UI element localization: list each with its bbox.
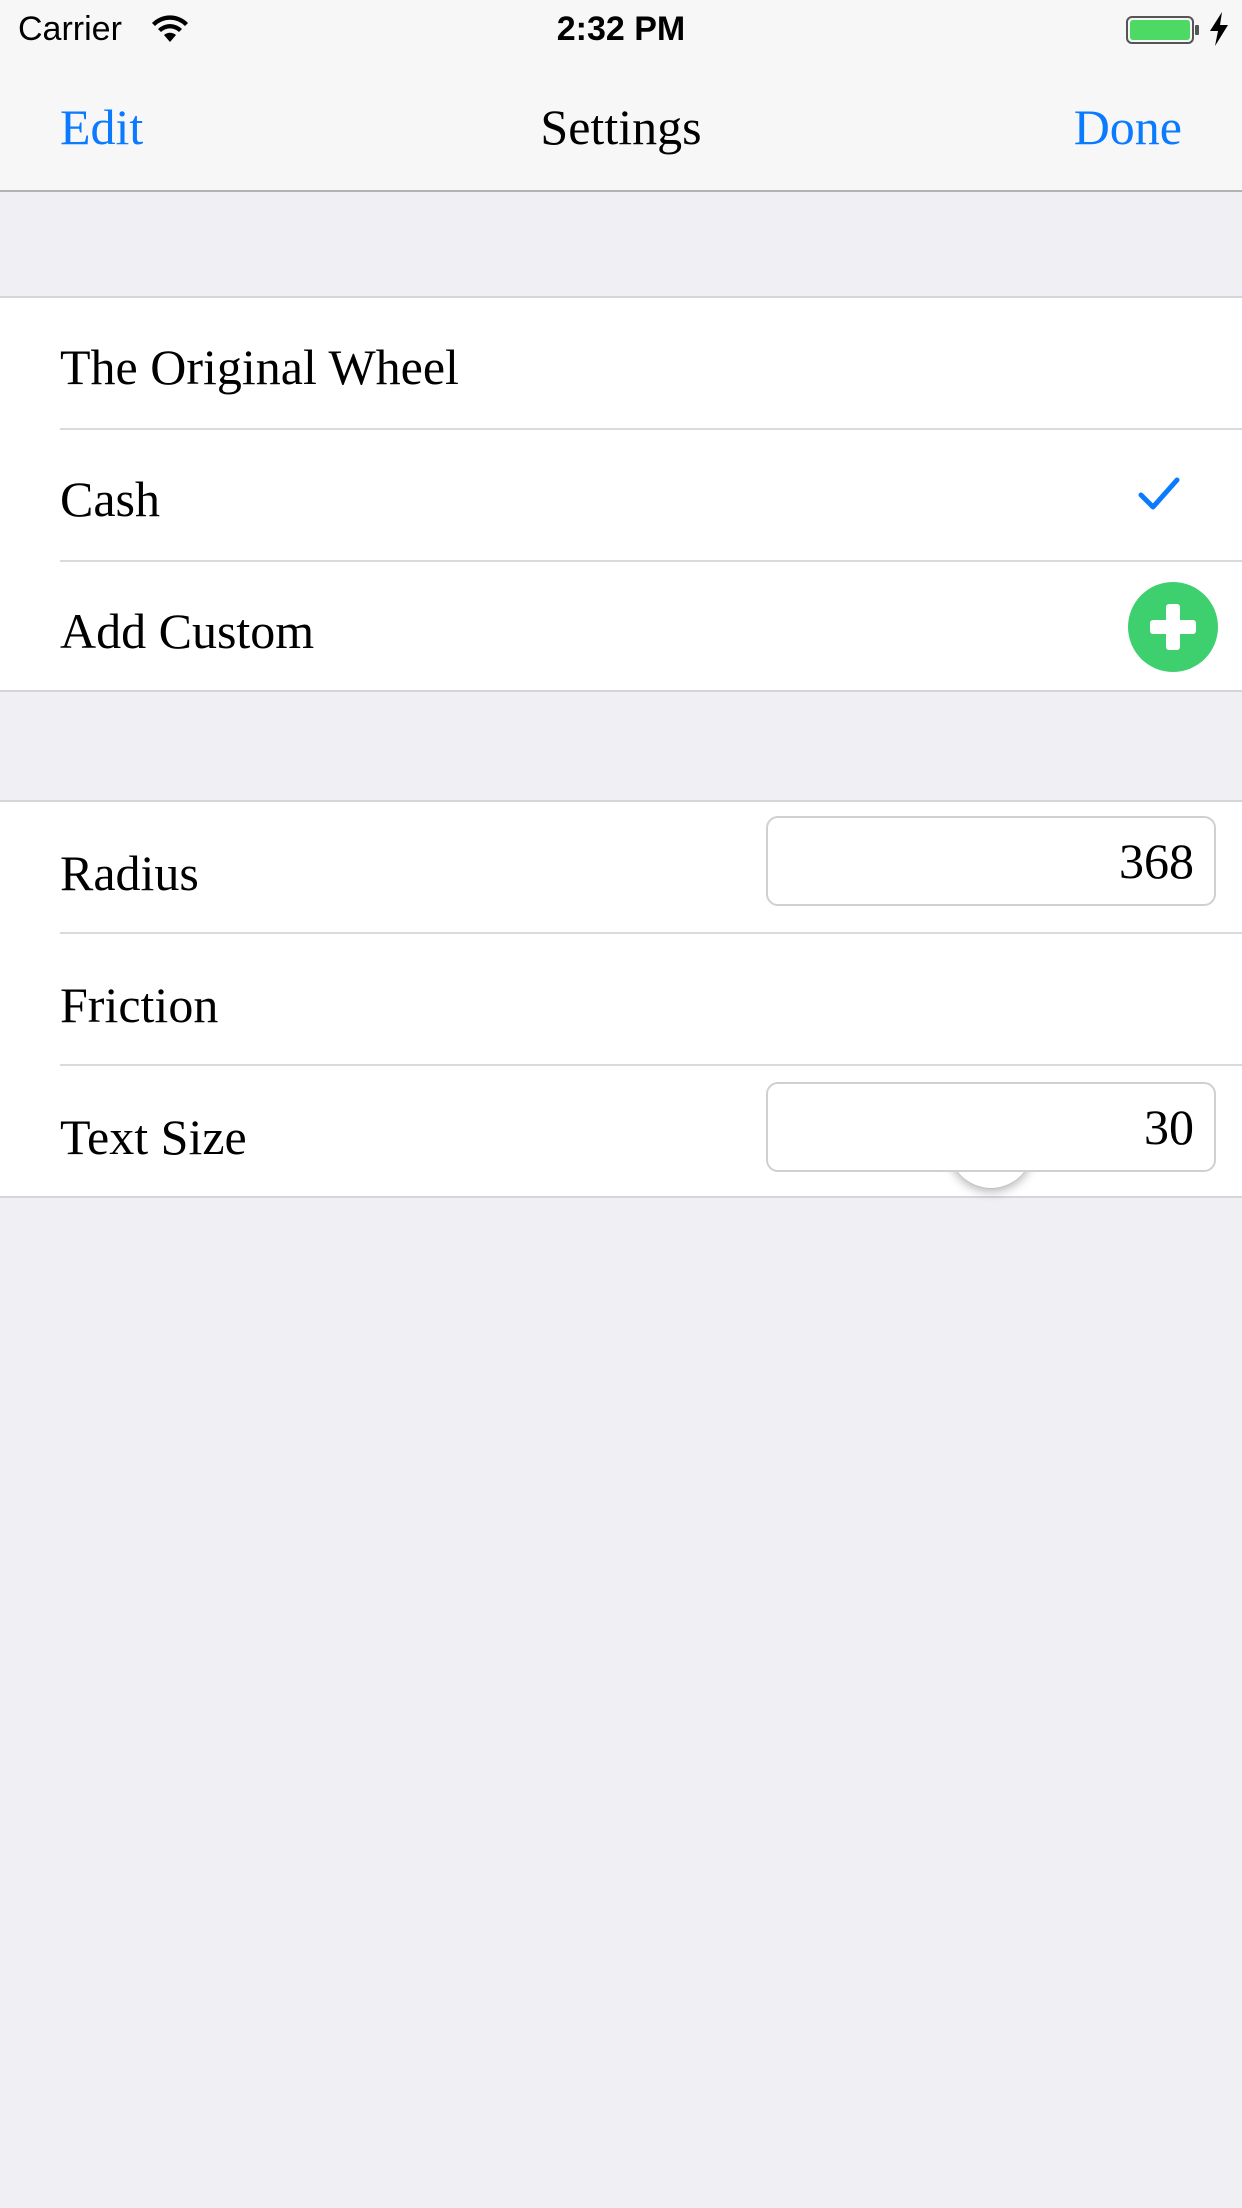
radius-input[interactable] bbox=[766, 816, 1216, 906]
wheel-row-label: The Original Wheel bbox=[60, 339, 459, 395]
charging-bolt-icon bbox=[1210, 12, 1228, 46]
text-size-input[interactable] bbox=[766, 1082, 1216, 1172]
done-button[interactable]: Done bbox=[1074, 98, 1182, 156]
friction-label: Friction bbox=[60, 977, 219, 1033]
radius-label: Radius bbox=[60, 845, 199, 901]
text-size-label: Text Size bbox=[60, 1109, 247, 1165]
battery-icon bbox=[1126, 16, 1199, 44]
radius-row: Radius bbox=[0, 802, 1242, 934]
text-size-row: Text Size bbox=[0, 1066, 1242, 1198]
wheel-row-add-custom[interactable]: Add Custom bbox=[0, 562, 1242, 694]
wheel-row-cash[interactable]: Cash bbox=[0, 430, 1242, 562]
wheel-row-original[interactable]: The Original Wheel bbox=[0, 298, 1242, 430]
wheel-list: The Original Wheel Cash Add Custom bbox=[0, 296, 1242, 692]
add-icon[interactable] bbox=[1128, 582, 1218, 672]
checkmark-icon bbox=[1138, 477, 1180, 510]
friction-row: Friction bbox=[0, 934, 1242, 1066]
wheel-row-label: Cash bbox=[60, 471, 160, 527]
status-bar: Carrier 2:32 PM bbox=[0, 0, 1242, 60]
settings-list: Radius Friction Text Size bbox=[0, 800, 1242, 1198]
wheel-row-label: Add Custom bbox=[60, 603, 315, 659]
page-title: Settings bbox=[540, 99, 702, 155]
status-time: 2:32 PM bbox=[556, 10, 686, 48]
navigation-bar: Edit Settings Done bbox=[0, 60, 1242, 192]
